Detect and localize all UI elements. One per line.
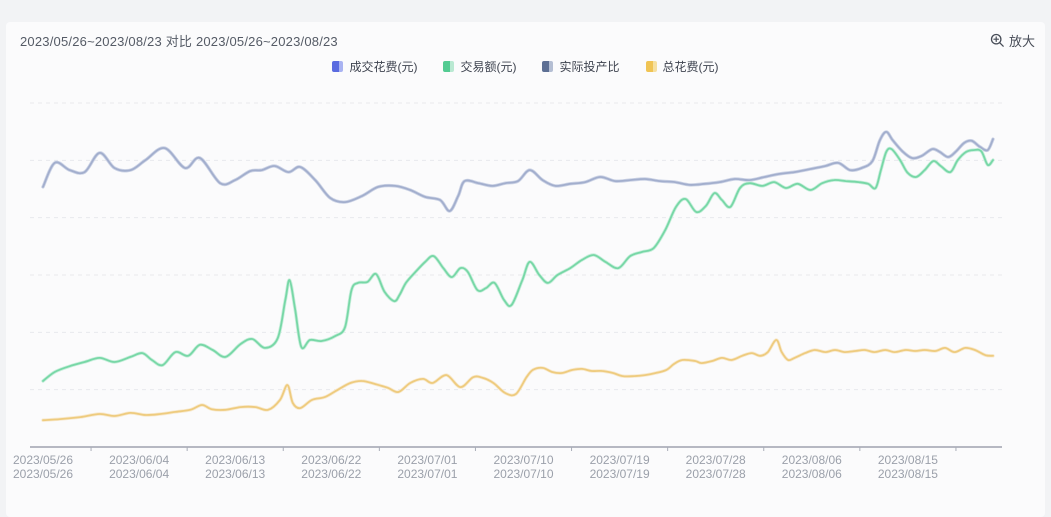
series-line-halo-1 [43,148,993,381]
x-axis-label-row2: 2023/06/13 [205,467,265,481]
x-axis-label-row1: 2023/06/13 [205,453,265,467]
x-axis-label-row2: 2023/08/15 [878,467,938,481]
x-axis-label-row1: 2023/08/06 [782,453,842,467]
series-line-halo-0 [43,132,993,211]
x-axis-label-row1: 2023/08/15 [878,453,938,467]
line-chart[interactable] [0,0,1051,517]
x-axis-label-row1: 2023/06/22 [301,453,361,467]
series-line-1 [43,148,993,381]
x-axis-label-row1: 2023/07/10 [493,453,553,467]
x-axis-label-row2: 2023/07/01 [397,467,457,481]
x-axis-label-row2: 2023/07/28 [686,467,746,481]
x-axis-label-row2: 2023/05/26 [13,467,73,481]
x-axis-label-row2: 2023/07/19 [590,467,650,481]
x-axis-label-row2: 2023/06/22 [301,467,361,481]
series-line-2 [43,340,993,420]
x-axis-label-row1: 2023/06/04 [109,453,169,467]
x-axis-label-row1: 2023/07/19 [590,453,650,467]
x-axis-label-row1: 2023/05/26 [13,453,73,467]
x-axis-label-row1: 2023/07/01 [397,453,457,467]
x-axis-label-row2: 2023/07/10 [493,467,553,481]
x-axis-label-row2: 2023/08/06 [782,467,842,481]
x-axis-label-row1: 2023/07/28 [686,453,746,467]
x-axis-label-row2: 2023/06/04 [109,467,169,481]
